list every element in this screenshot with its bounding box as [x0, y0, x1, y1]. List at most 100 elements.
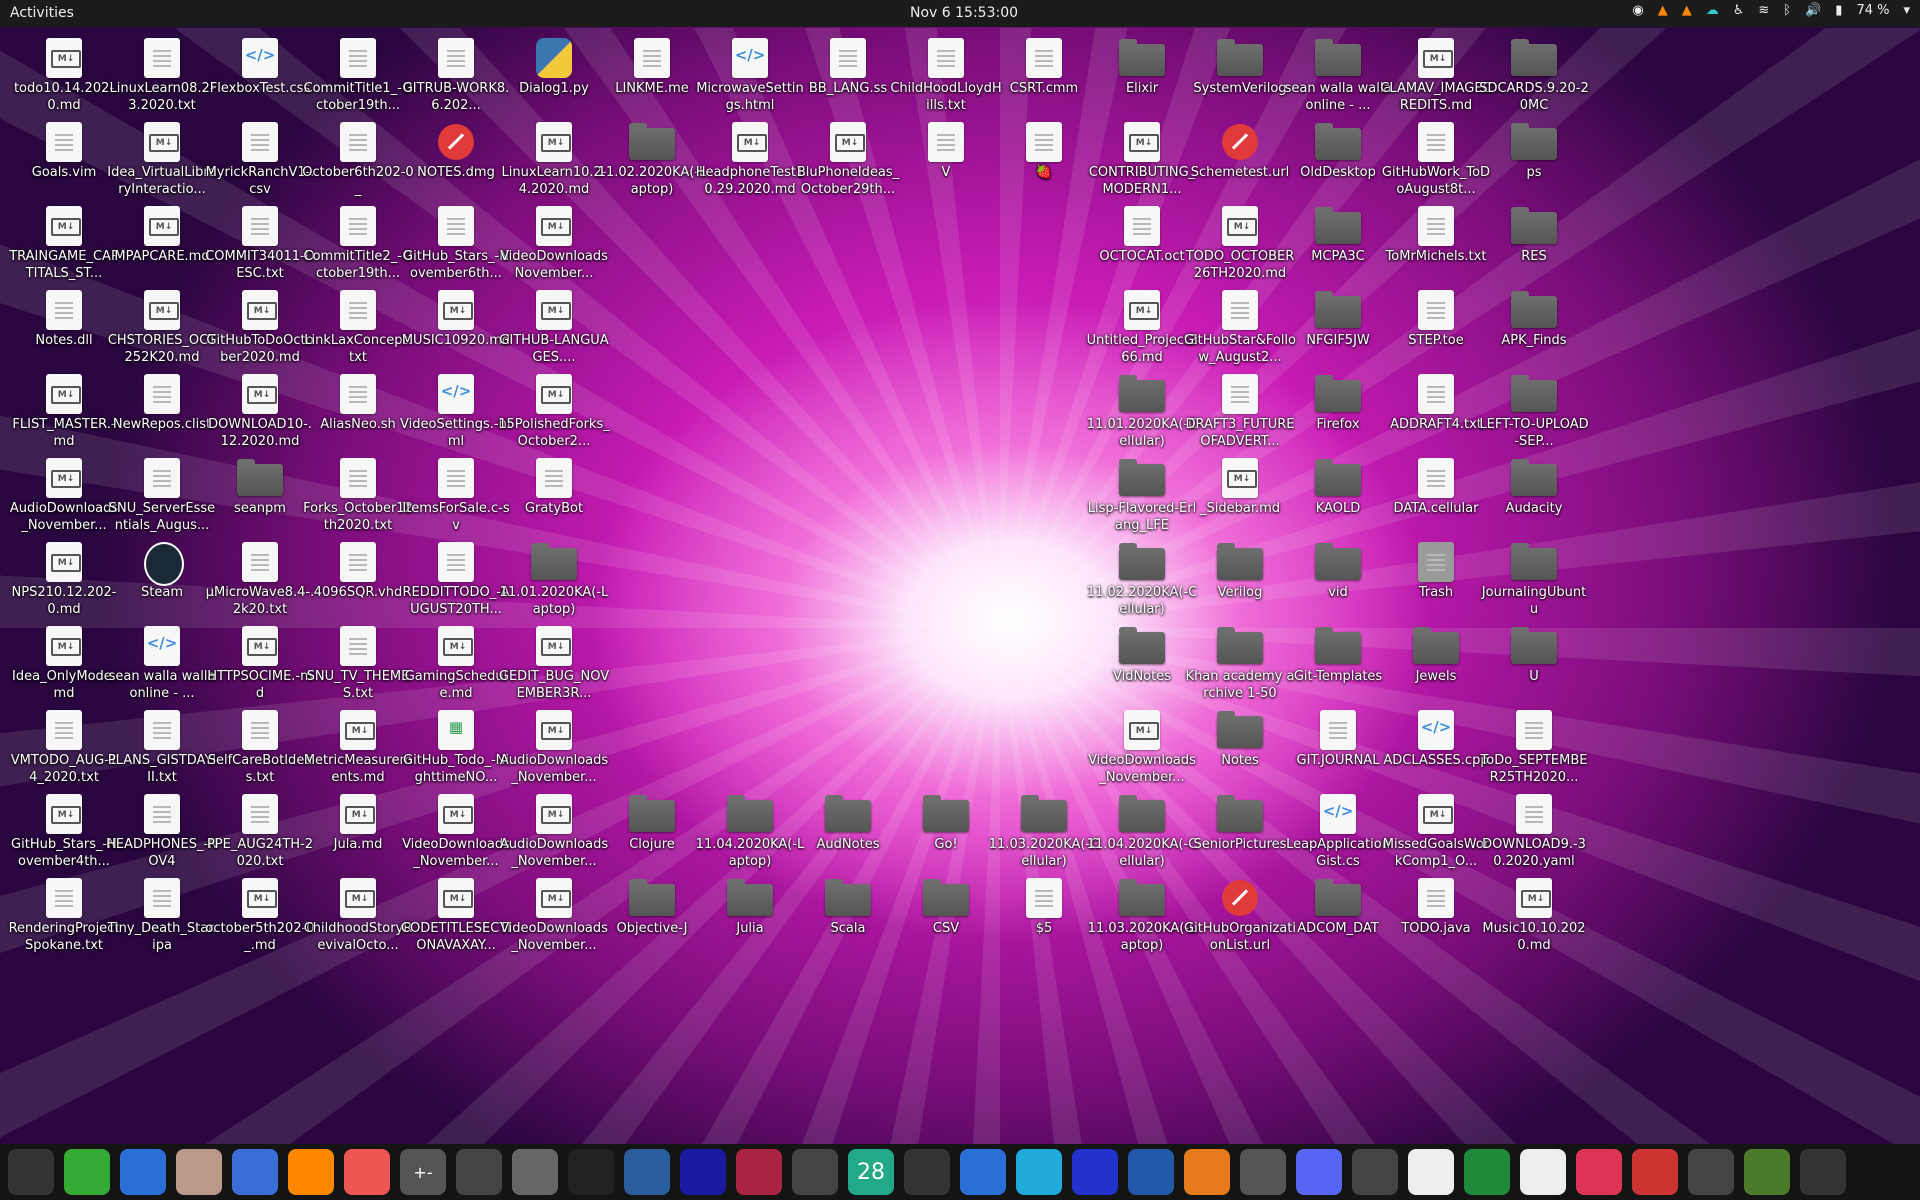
dock-photo-icon[interactable] [624, 1149, 670, 1195]
desktop-icon[interactable]: M↓ Music10.10.2020.md [1478, 870, 1590, 970]
dock-settings-icon[interactable] [456, 1149, 502, 1195]
dock-minecraft-icon[interactable] [1744, 1149, 1790, 1195]
dock-chart-icon[interactable] [736, 1149, 782, 1195]
desktop-icon[interactable]: Julia [694, 870, 806, 970]
desktop-icon[interactable]: Tiny_Death_Star.ipa [106, 870, 218, 970]
wifi-icon[interactable]: ≋ [1758, 3, 1769, 18]
folder-icon [1315, 123, 1361, 160]
dock-weather-icon[interactable] [1688, 1149, 1734, 1195]
dock-gimp-icon[interactable] [1240, 1149, 1286, 1195]
dock-vlc-icon[interactable] [288, 1149, 334, 1195]
desktop[interactable]: M↓ todo10.14.202-0.md LinuxLearn08.2-3.202… [0, 28, 1920, 1144]
dock-text-editor-icon[interactable] [232, 1149, 278, 1195]
dock-firefox-icon[interactable] [344, 1149, 390, 1195]
battery-icon[interactable]: ▮ [1835, 3, 1842, 18]
desktop-icon-label: SystemVerilog [1193, 81, 1287, 96]
dock-virtualbox-icon[interactable] [1128, 1149, 1174, 1195]
discord-tray-icon[interactable]: ◉ [1632, 3, 1643, 18]
folder-icon [1511, 459, 1557, 496]
volume-icon[interactable]: 🔊 [1805, 3, 1821, 18]
bluetooth-icon[interactable]: ᛒ [1783, 3, 1791, 18]
desktop-icon[interactable]: ADCOM_DAT [1282, 870, 1394, 970]
desktop-icon-label: CSRT.cmm [1009, 81, 1079, 96]
dock-inkscape-icon[interactable] [904, 1149, 950, 1195]
dock-terminal-icon[interactable] [568, 1149, 614, 1195]
power-menu-icon[interactable]: ▾ [1903, 3, 1910, 18]
desktop-icon[interactable]: 11.02.2020KA(-Laptop) [596, 114, 708, 214]
folder-icon [531, 543, 577, 580]
desktop-icon[interactable]: Objective-J [596, 870, 708, 970]
accessibility-icon[interactable]: ♿ [1733, 3, 1745, 18]
desktop-icon[interactable]: Scala [792, 870, 904, 970]
desktop-icon-label: BluPhoneIdeas_October29th... [796, 165, 900, 197]
folder-icon [1315, 627, 1361, 664]
dock-terminal-green-icon[interactable] [64, 1149, 110, 1195]
clock[interactable]: Nov 6 15:53:00 [910, 5, 1018, 21]
system-tray[interactable]: ◉ ▲ ▲ ☁ ♿ ≋ ᛒ 🔊 ▮ 74 % ▾ [1632, 3, 1910, 18]
dock-blender-icon[interactable] [1184, 1149, 1230, 1195]
dock-spreadsheet-icon[interactable] [1464, 1149, 1510, 1195]
activities-button[interactable]: Activities [10, 5, 74, 21]
desktop-icon[interactable]: V [890, 114, 1002, 214]
dock-system-monitor-icon[interactable] [8, 1149, 54, 1195]
folder-icon [1511, 627, 1557, 664]
dock-apps-grid-icon[interactable] [1800, 1149, 1846, 1195]
desktop-icon[interactable]: CSV [890, 870, 1002, 970]
desktop-icon-label: ToMrMichels.txt [1385, 249, 1487, 264]
desktop-icon-label: LinuxLearn08.2-3.2020.txt [109, 81, 215, 113]
desktop-icon[interactable]: RenderingProjectSpokane.txt [8, 870, 120, 970]
desktop-icon[interactable]: TODO.java [1380, 870, 1492, 970]
dock-text-icon[interactable] [1408, 1149, 1454, 1195]
desktop-icon[interactable]: M↓ VideoDownloads_November... [498, 870, 610, 970]
desktop-icon[interactable]: 🍓 [988, 114, 1100, 214]
text-file-icon [144, 794, 180, 834]
desktop-icon[interactable]: M↓ october5th202-0_.md [204, 870, 316, 970]
desktop-icon[interactable]: M↓ ChildhoodStoryRevivalOcto... [302, 870, 414, 970]
desktop-icon-label: TRAINGAME_CAPTITALS_ST... [9, 249, 119, 281]
dock-document-icon[interactable] [120, 1149, 166, 1195]
desktop-icon[interactable]: $5 [988, 870, 1100, 970]
dock-discord-icon[interactable] [1296, 1149, 1342, 1195]
dock-screenshot-icon[interactable] [1072, 1149, 1118, 1195]
dock-tasks-icon[interactable] [960, 1149, 1006, 1195]
desktop-icon-label: Git-Templates [1293, 669, 1383, 684]
cloud-tray-icon[interactable]: ☁ [1706, 3, 1719, 18]
text-file-icon [242, 794, 278, 834]
desktop-icon-label: october5th202-0_.md [205, 921, 315, 953]
dock-software-icon[interactable] [792, 1149, 838, 1195]
desktop-icon[interactable]: M↓ CODETITLESECTIONAVAXAY... [400, 870, 512, 970]
desktop-icon[interactable]: M↓ HeadphoneTest10.29.2020.md [694, 114, 806, 214]
vlc-tray-icon-2[interactable]: ▲ [1682, 3, 1692, 18]
folder-icon [923, 879, 969, 916]
desktop-icon-label: CommitTitle2_-October19th... [303, 249, 413, 281]
desktop-icon-label: CODETITLESECTIONAVAXAY... [400, 921, 512, 953]
dock-music-icon[interactable] [680, 1149, 726, 1195]
dock-cloud-icon[interactable] [1016, 1149, 1062, 1195]
dock-calculator-icon[interactable]: +- [400, 1149, 446, 1195]
vlc-tray-icon[interactable]: ▲ [1658, 3, 1668, 18]
dock-search-icon[interactable] [1352, 1149, 1398, 1195]
text-file-icon [46, 290, 82, 330]
dock-calendar-28-icon[interactable]: 28 [848, 1149, 894, 1195]
dock-image-viewer-icon[interactable] [512, 1149, 558, 1195]
desktop-icon-label: Jula.md [333, 837, 383, 852]
python-file-icon [536, 38, 572, 78]
desktop-icon-label: DOWNLOAD9.-30.2020.yaml [1482, 837, 1586, 869]
desktop-icon-label: Forks_October12th2020.txt [303, 501, 413, 533]
desktop-icon-label: GitHubWork_ToDoAugust8t... [1381, 165, 1491, 197]
text-file-icon [144, 374, 180, 414]
desktop-icon[interactable]: GitHubOrganizationList.url [1184, 870, 1296, 970]
dock-presentation-icon[interactable] [1576, 1149, 1622, 1195]
desktop-icon[interactable]: M↓ BluPhoneIdeas_October29th... [792, 114, 904, 214]
desktop-icon[interactable]: 11.03.2020KA(-Laptop) [1086, 870, 1198, 970]
desktop-icon-label: Untitled_Project266.md [1086, 333, 1198, 365]
code-file-icon: </> [1320, 794, 1356, 834]
dock-mario-icon[interactable] [1632, 1149, 1678, 1195]
markdown-file-icon: M↓ [438, 878, 474, 918]
markdown-file-icon: M↓ [242, 626, 278, 666]
text-file-icon [1418, 122, 1454, 162]
dock-files-icon[interactable] [176, 1149, 222, 1195]
folder-icon [1315, 375, 1361, 412]
dock-typora-icon[interactable] [1520, 1149, 1566, 1195]
text-file-icon [634, 38, 670, 78]
